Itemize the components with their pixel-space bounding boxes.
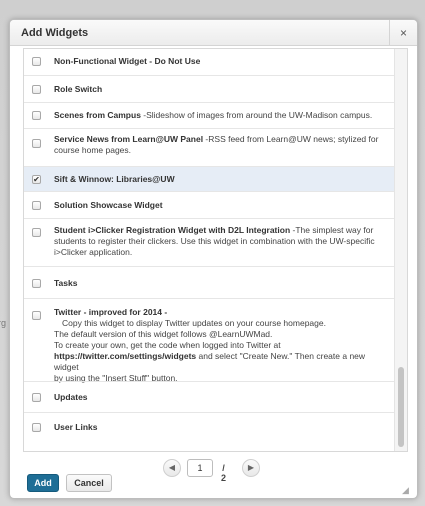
widget-description-line: The default version of this widget follo… [54,329,273,339]
widget-description-line: course home pages. [54,145,132,155]
widget-name: Non-Functional Widget - Do Not Use [54,56,201,66]
widget-row-role-switch[interactable]: Role Switch [24,75,395,102]
dialog-titlebar: Add Widgets × [10,20,417,46]
widget-checkbox[interactable] [32,311,41,320]
widget-name: Scenes from Campus [54,110,141,120]
widget-name: Sift & Winnow: Libraries@UW [54,174,175,184]
dialog-footer: Add Cancel ◢ [10,466,417,498]
widget-row-service-news[interactable]: Service News from Learn@UW Panel -RSS fe… [24,128,395,166]
widget-name: User Links [54,422,98,432]
widget-name: Twitter - improved for 2014 - [54,307,168,317]
widget-checkbox[interactable] [32,228,41,237]
widget-description-line: To create your own, get the code when lo… [54,340,281,350]
widget-checkbox[interactable] [32,201,41,210]
widget-row-solution-showcase[interactable]: Solution Showcase Widget [24,191,395,218]
list-scrollbar[interactable] [394,49,407,451]
widget-checkbox[interactable] [32,423,41,432]
widget-name: Student i>Clicker Registration Widget wi… [54,225,291,235]
widget-row-updates[interactable]: Updates [24,381,395,412]
add-button[interactable]: Add [27,474,59,492]
widget-name: Updates [54,392,88,402]
widget-list-frame: Non-Functional Widget - Do Not Use Role … [23,48,408,452]
resize-grip-icon[interactable]: ◢ [402,485,412,495]
widget-checkbox[interactable] [32,139,41,148]
widget-checkbox[interactable] [32,57,41,66]
widget-description: -RSS feed from Learn@UW news; stylized f… [203,134,379,144]
widget-row-sift-winnow[interactable]: ✔ Sift & Winnow: Libraries@UW [24,166,395,191]
widget-row-non-functional[interactable]: Non-Functional Widget - Do Not Use [24,49,395,75]
widget-checkbox[interactable] [32,393,41,402]
widget-name: Service News from Learn@UW Panel [54,134,204,144]
widget-checkbox-checked[interactable]: ✔ [32,175,41,184]
widget-checkbox[interactable] [32,85,41,94]
cancel-button[interactable]: Cancel [66,474,112,492]
widget-row-tasks[interactable]: Tasks [24,266,395,298]
scrollbar-thumb[interactable] [398,367,404,447]
widget-row-scenes-from-campus[interactable]: Scenes from Campus -Slideshow of images … [24,102,395,128]
widget-checkbox[interactable] [32,279,41,288]
widget-description-line: i>Clicker application. [54,247,133,257]
add-widgets-dialog: Add Widgets × Non-Functional Widget - Do… [9,19,418,499]
widget-description-line: students to register their clickers. Use… [54,236,375,246]
widget-row-iclicker[interactable]: Student i>Clicker Registration Widget wi… [24,218,395,266]
twitter-widgets-link[interactable]: https://twitter.com/settings/widgets [54,351,196,361]
close-button[interactable]: × [389,20,417,46]
widget-name: Solution Showcase Widget [54,200,163,210]
widget-description: -The simplest way for [290,225,374,235]
widget-name: Role Switch [54,84,103,94]
widget-row-twitter[interactable]: Twitter - improved for 2014 - Copy this … [24,298,395,383]
widget-name: Tasks [54,278,78,288]
widget-checkbox[interactable] [32,111,41,120]
widget-description: -Slideshow of images from around the UW-… [140,110,373,120]
widget-description-line: Copy this widget to display Twitter upda… [62,318,326,328]
widget-row-user-links[interactable]: User Links [24,412,395,451]
background-text-fragment: rg [0,318,7,328]
dialog-title: Add Widgets [21,27,89,39]
